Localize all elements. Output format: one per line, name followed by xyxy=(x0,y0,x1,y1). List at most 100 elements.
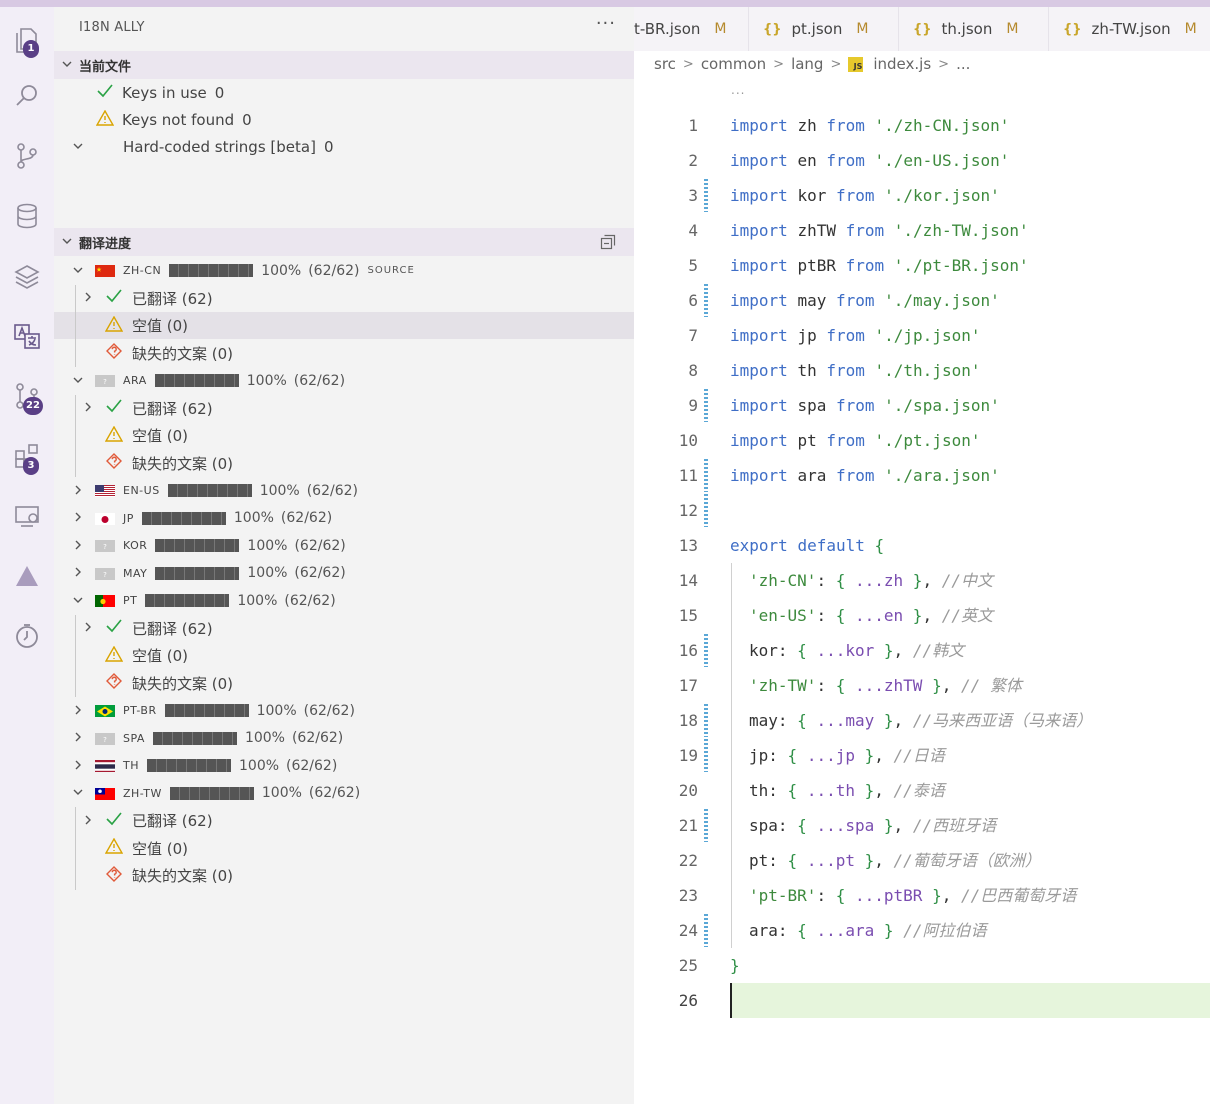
empty-item[interactable]: 空值 (0) xyxy=(54,835,634,862)
sidebar-title: I18N ALLY xyxy=(79,20,145,35)
translated-item[interactable]: 已翻译 (62) xyxy=(54,615,634,642)
locale-row-kor[interactable]: ? KOR 100% (62/62) xyxy=(54,532,634,559)
progress-count: (62/62) xyxy=(291,730,344,746)
progress-bar xyxy=(155,566,240,580)
tab-pt-br-json[interactable]: t-BR.json M xyxy=(634,7,749,51)
source-control-icon xyxy=(17,143,37,169)
breadcrumb-symbol[interactable]: ... xyxy=(956,55,970,73)
progress-count: (62/62) xyxy=(303,702,355,719)
locale-row-pt-br[interactable]: PT-BR 100% (62/62) xyxy=(54,697,634,724)
git-change-marker[interactable] xyxy=(704,284,708,317)
git-change-marker[interactable] xyxy=(704,704,708,737)
git-change-marker[interactable] xyxy=(704,459,708,492)
locale-code: TH xyxy=(123,759,139,772)
git-change-marker[interactable] xyxy=(704,739,708,772)
progress-section-header[interactable]: 翻译进度 xyxy=(54,228,634,256)
locale-row-jp[interactable]: JP 100% (62/62) xyxy=(54,505,634,532)
chevron-right-icon xyxy=(82,812,105,830)
i18n-button[interactable] xyxy=(0,311,54,361)
search-button[interactable] xyxy=(0,71,54,121)
line-number: 2 xyxy=(688,151,698,170)
empty-item[interactable]: 空值 (0) xyxy=(54,642,634,669)
layers-button[interactable] xyxy=(0,251,54,301)
chevron-down-icon xyxy=(72,592,95,610)
progress-percent: 100% xyxy=(261,785,302,801)
progress-percent: 100% xyxy=(233,510,274,526)
git-change-marker[interactable] xyxy=(704,179,708,212)
missing-item[interactable]: 缺失的文案 (0) xyxy=(54,670,634,697)
git-change-marker[interactable] xyxy=(704,494,708,527)
remote-explorer-button[interactable] xyxy=(0,491,54,541)
locale-row-th[interactable]: TH 100% (62/62) xyxy=(54,752,634,779)
line-number: 7 xyxy=(688,326,698,345)
keys-in-use-count: 0 xyxy=(214,83,225,102)
breadcrumb-lang[interactable]: lang xyxy=(791,55,823,73)
locale-row-may[interactable]: ? MAY 100% (62/62) xyxy=(54,560,634,587)
progress-percent: 100% xyxy=(247,565,288,581)
empty-item[interactable]: 空值 (0) xyxy=(54,312,634,339)
warning-icon xyxy=(95,109,122,130)
svg-text:?: ? xyxy=(103,378,107,386)
git-change-marker[interactable] xyxy=(704,634,708,667)
progress-percent: 100% xyxy=(256,702,297,719)
chevron-right-icon: > xyxy=(682,56,694,72)
missing-icon xyxy=(105,673,132,693)
line-number: 20 xyxy=(678,781,698,800)
git-change-marker[interactable] xyxy=(704,809,708,842)
timeline-button[interactable] xyxy=(0,611,54,661)
translated-item[interactable]: 已翻译 (62) xyxy=(54,807,634,834)
current-file-section-header[interactable]: 当前文件 xyxy=(54,51,634,79)
missing-item-label: 缺失的文案 (0) xyxy=(132,674,234,693)
tab-pt-json[interactable]: {} pt.json M xyxy=(749,7,899,51)
missing-item[interactable]: 缺失的文案 (0) xyxy=(54,450,634,477)
modified-indicator: M xyxy=(1184,21,1197,37)
git-change-marker[interactable] xyxy=(704,914,708,947)
modified-indicator: M xyxy=(714,21,727,37)
missing-item[interactable]: 缺失的文案 (0) xyxy=(54,862,634,889)
keys-in-use-label: Keys in use xyxy=(122,83,207,102)
tab-zh-tw-json[interactable]: {} zh-TW.json M xyxy=(1049,7,1210,51)
git-change-marker[interactable] xyxy=(704,389,708,422)
code-line: spa: { ...spa }, //西班牙语 xyxy=(749,816,997,835)
line-number: 18 xyxy=(678,711,698,730)
progress-percent: 100% xyxy=(237,592,278,609)
progress-percent: 100% xyxy=(244,730,285,746)
code-line: 'en-US': { ...en }, //英文 xyxy=(749,606,993,625)
tab-th-json[interactable]: {} th.json M xyxy=(899,7,1049,51)
locale-row-zh-tw[interactable]: ZH-TW 100% (62/62) xyxy=(54,780,634,807)
locale-row-pt[interactable]: PT 100% (62/62) xyxy=(54,587,634,614)
indent-guide xyxy=(731,563,732,948)
empty-item[interactable]: 空值 (0) xyxy=(54,422,634,449)
collapse-all-icon[interactable] xyxy=(600,234,616,250)
keys-in-use-item[interactable]: Keys in use 0 xyxy=(54,79,634,106)
tab-label: pt.json xyxy=(791,20,843,38)
translated-item-label: 已翻译 (62) xyxy=(132,619,213,638)
pull-requests-button[interactable]: 22 xyxy=(0,371,54,421)
activity-bar: 1 22 3 xyxy=(0,7,54,1104)
breadcrumb-common[interactable]: common xyxy=(701,55,766,73)
extensions-button[interactable]: 3 xyxy=(0,431,54,481)
code-line: may: { ...may }, //马来西亚语（马来语） xyxy=(749,711,1093,730)
translated-item[interactable]: 已翻译 (62) xyxy=(54,395,634,422)
locale-row-ara[interactable]: ? ARA 100% (62/62) xyxy=(54,367,634,394)
hardcoded-strings-item[interactable]: Hard-coded strings [beta] 0 xyxy=(54,133,634,160)
source-control-button[interactable] xyxy=(0,131,54,181)
line-number: 21 xyxy=(678,816,698,835)
locale-row-spa[interactable]: ? SPA 100% (62/62) xyxy=(54,725,634,752)
database-button[interactable] xyxy=(0,191,54,241)
warning-icon xyxy=(104,645,132,666)
progress-bar xyxy=(141,511,226,525)
code-line: import zh from './zh-CN.json' xyxy=(730,116,1010,135)
more-actions-button[interactable]: ··· xyxy=(596,13,616,34)
missing-item[interactable]: 缺失的文案 (0) xyxy=(54,340,634,367)
breadcrumb-src[interactable]: src xyxy=(654,55,676,73)
locale-row-zh-cn[interactable]: ZH-CN 100% (62/62) SOURCE xyxy=(54,257,634,284)
translated-item[interactable]: 已翻译 (62) xyxy=(54,285,634,312)
explorer-button[interactable]: 1 xyxy=(0,14,54,64)
keys-not-found-item[interactable]: Keys not found 0 xyxy=(54,106,634,133)
empty-item-label: 空值 (0) xyxy=(132,839,189,858)
flag-cn-icon xyxy=(95,264,115,277)
locale-row-en-us[interactable]: EN-US 100% (62/62) xyxy=(54,477,634,504)
deploy-button[interactable] xyxy=(0,551,54,601)
breadcrumb-file[interactable]: index.js xyxy=(873,55,931,73)
